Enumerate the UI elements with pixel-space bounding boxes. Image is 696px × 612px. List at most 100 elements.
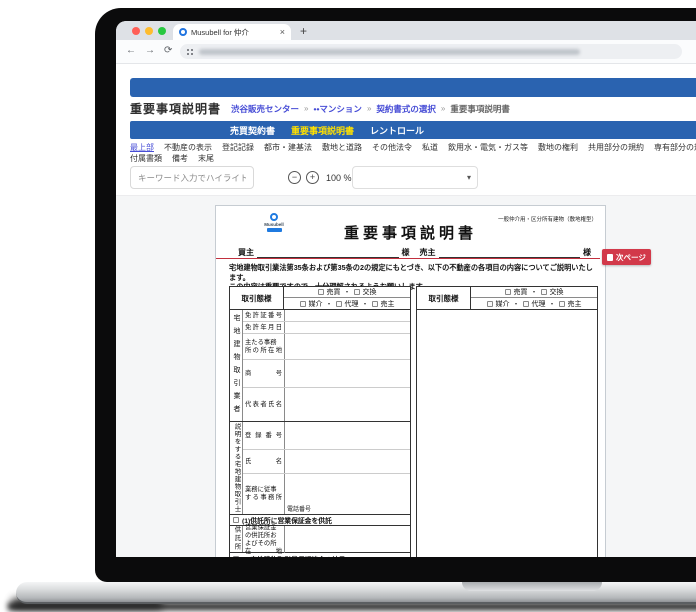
specialist-section: 説明をする宅地建物取引士 登録番号 氏名 業務に従事する事務所 電話番号 (230, 422, 410, 515)
address-bar[interactable] (180, 44, 682, 59)
tab-rent-roll[interactable]: レントロール (370, 124, 424, 137)
field-value[interactable]: 電話番号 (285, 474, 410, 514)
mode-label: 取引態様 (417, 287, 471, 309)
checkbox[interactable] (335, 300, 342, 307)
buyer-label: 買主 (238, 248, 254, 257)
browser-tab[interactable]: Musubell for 仲介 × (173, 24, 291, 40)
deposit-check-row-2: (2)宅地建物取引業保証協会の社員 (230, 553, 410, 557)
anchor-link[interactable]: 敷地と道路 (322, 142, 362, 153)
search-input[interactable] (130, 166, 254, 189)
checkbox[interactable] (317, 289, 324, 295)
musubell-logo-icon (270, 213, 278, 221)
anchor-link[interactable]: 飲用水・電気・ガス等 (448, 142, 528, 153)
anchor-link[interactable]: 末尾 (198, 153, 214, 164)
field-value[interactable] (285, 360, 410, 387)
close-window-button[interactable] (132, 27, 140, 35)
field-value[interactable] (285, 310, 410, 321)
site-info-icon[interactable] (187, 48, 193, 55)
checkbox[interactable] (522, 300, 529, 307)
checkbox[interactable] (233, 517, 239, 523)
app-header-bar (130, 78, 696, 97)
seller-honorific: 様 (583, 248, 591, 257)
anchor-link[interactable]: 私道 (422, 142, 438, 153)
checkbox[interactable] (233, 555, 239, 557)
phone-label: 電話番号 (287, 507, 312, 513)
field-value[interactable] (285, 322, 410, 333)
anchor-link[interactable]: 都市・建基法 (264, 142, 312, 153)
mode-row-1: 売買 ・ 交換 (284, 287, 410, 298)
browser-tab-strip: Musubell for 仲介 × + (116, 21, 696, 40)
breadcrumb-link[interactable]: 渋谷販売センター (231, 103, 299, 115)
checkbox[interactable] (353, 289, 360, 295)
mode-row-2: 媒介 ・ 代理 ・ 売主 (471, 298, 597, 309)
anchor-link[interactable]: 付属書類 (130, 153, 162, 164)
intro-line-1: 宅地建物取引業法第35条および第35条の2の規定にもとづき、以下の不動産の各項目… (229, 263, 593, 282)
forward-icon[interactable]: → (145, 45, 155, 56)
tab-sales-contract[interactable]: 売買契約書 (230, 124, 275, 137)
checkbox[interactable] (558, 300, 565, 307)
red-divider-line (216, 258, 600, 259)
anchor-link[interactable]: 不動産の表示 (164, 142, 212, 153)
anchor-link[interactable]: 共用部分の規約 (588, 142, 644, 153)
zoom-in-button[interactable]: + (306, 171, 319, 184)
anchor-link[interactable]: 敷地の権利 (538, 142, 578, 153)
field-label: 業務に従事する事務所 (245, 486, 282, 501)
new-tab-button[interactable]: + (300, 24, 307, 38)
section-dropdown[interactable]: ▾ (352, 166, 478, 189)
transaction-mode-header: 取引態様 売買 ・ 交換 媒介 ・ 代理 ・ 売主 (417, 287, 597, 310)
breadcrumb: 渋谷販売センター » ••マンション » 契約書式の選択 » 重要事項説明書 (231, 103, 510, 115)
maximize-window-button[interactable] (158, 27, 166, 35)
field-value[interactable] (285, 334, 410, 359)
anchor-link[interactable]: 備考 (172, 153, 188, 164)
reload-icon[interactable]: ⟳ (164, 45, 172, 56)
next-page-label: 次ページ (616, 252, 646, 262)
field-value[interactable] (285, 450, 410, 473)
checkbox[interactable] (299, 300, 306, 307)
agent-table: 取引態様 売買 ・ 交換 媒介 ・ 代理 ・ 売主 宅地建物取引業者 免許証番号… (229, 286, 411, 557)
zoom-level: 100 % (326, 173, 352, 183)
app-content: 重要事項説明書 渋谷販売センター » ••マンション » 契約書式の選択 » 重… (116, 64, 696, 557)
mode-row-2: 媒介 ・ 代理 ・ 売主 (284, 298, 410, 309)
browser-toolbar: ← → ⟳ (116, 40, 696, 64)
document-title: 重要事項説明書 (343, 225, 477, 242)
buyer-honorific: 様 (401, 248, 410, 257)
musubell-favicon-icon (179, 28, 187, 36)
zoom-out-button[interactable]: − (288, 171, 301, 184)
close-tab-icon[interactable]: × (280, 27, 285, 37)
anchor-link-nav: 最上部 不動産の表示 登記記録 都市・建基法 敷地と道路 その他法令 私道 飲用… (130, 142, 696, 164)
specialist-section-label: 説明をする宅地建物取引士 (230, 422, 243, 514)
anchor-link[interactable]: 最上部 (130, 142, 154, 153)
checkbox[interactable] (504, 289, 511, 295)
breadcrumb-row: 重要事項説明書 渋谷販売センター » ••マンション » 契約書式の選択 » 重… (130, 101, 696, 116)
field-value[interactable] (285, 526, 410, 553)
laptop-base-notch (462, 582, 602, 591)
field-label: 商号 (245, 369, 282, 377)
laptop-bezel: Musubell for 仲介 × + ← → ⟳ 重要事項説明書 渋谷販売セン… (95, 8, 696, 582)
breadcrumb-link[interactable]: ••マンション (313, 103, 361, 115)
agent-section-label: 宅地建物取引業者 (230, 310, 243, 421)
document-page: Musubell 一般仲介用・区分所有建物（敷地権型） 重要事項説明書 買主 様… (215, 205, 651, 557)
checkbox[interactable] (486, 300, 493, 307)
breadcrumb-separator: » (440, 104, 446, 113)
tab-important-matters[interactable]: 重要事項説明書 (291, 124, 354, 137)
field-label: 免許証番号 (245, 311, 282, 319)
field-value[interactable] (285, 388, 410, 421)
back-icon[interactable]: ← (126, 45, 136, 56)
checkbox[interactable] (371, 300, 378, 307)
document-tab-nav: 売買契約書 重要事項説明書 レントロール (130, 121, 696, 139)
buyer-name-line (257, 250, 399, 258)
anchor-link[interactable]: その他法令 (372, 142, 412, 153)
breadcrumb-link[interactable]: 契約書式の選択 (376, 103, 436, 115)
anchor-link[interactable]: 登記記録 (222, 142, 254, 153)
next-page-button[interactable]: 次ページ (602, 249, 651, 265)
minimize-window-button[interactable] (145, 27, 153, 35)
next-page-icon (607, 253, 613, 261)
laptop-base (16, 582, 696, 604)
anchor-link[interactable]: 専有部分の規約 (654, 142, 696, 153)
form-tables: 取引態様 売買 ・ 交換 媒介 ・ 代理 ・ 売主 宅地建物取引業者 免許証番号… (229, 286, 598, 557)
parties-row: 買主 様 売主 様 (238, 247, 591, 258)
field-value[interactable] (285, 422, 410, 449)
checkbox[interactable] (540, 289, 547, 295)
breadcrumb-current: 重要事項説明書 (450, 103, 510, 114)
blurred-url (199, 48, 580, 55)
